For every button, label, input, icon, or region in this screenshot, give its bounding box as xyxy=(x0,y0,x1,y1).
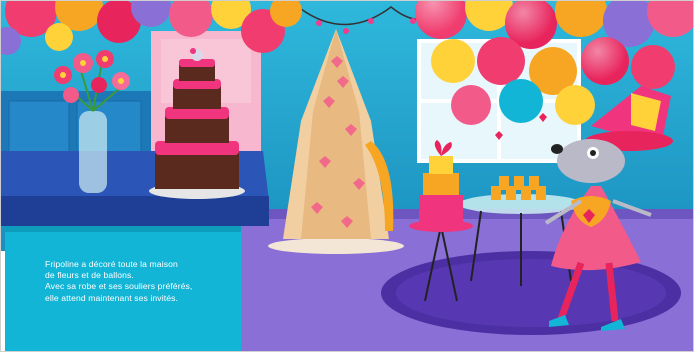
caption-line: elle attend maintenant ses invités. xyxy=(45,292,178,303)
story-caption: Fripoline a décoré toute la maison de fl… xyxy=(45,259,245,304)
caption-line: de fleurs et de ballons. xyxy=(45,270,134,281)
caption-line: Avec sa robe et ses souliers préférés, xyxy=(45,281,193,292)
caption-line: Fripoline a décoré toute la maison xyxy=(45,259,178,269)
storybook-page: Fripoline a décoré toute la maison de fl… xyxy=(0,0,694,352)
